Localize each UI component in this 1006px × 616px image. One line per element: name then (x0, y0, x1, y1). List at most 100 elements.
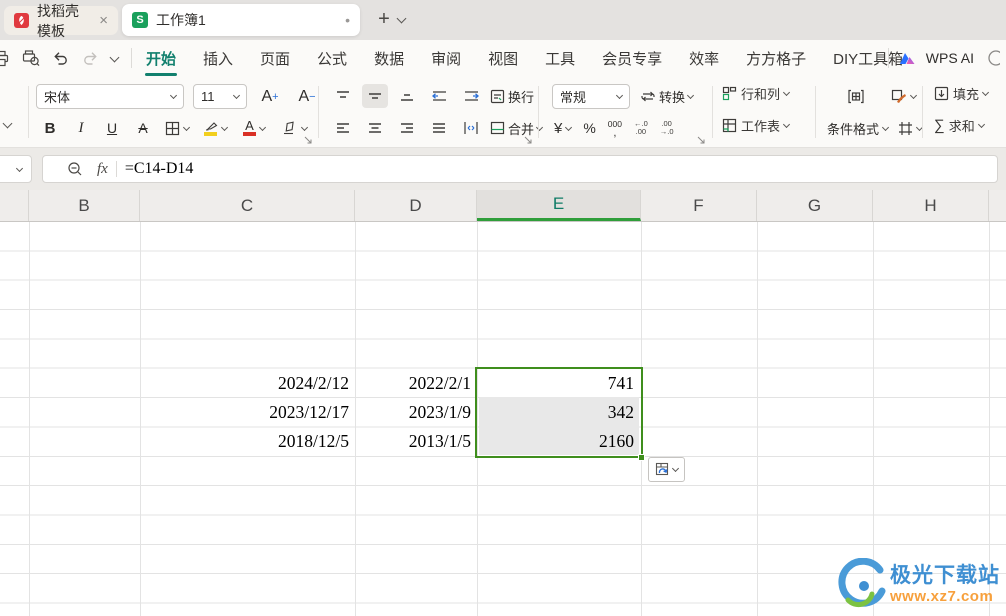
quick-access-chevron-icon[interactable] (109, 52, 120, 62)
merge-cells-label: 合并 (508, 121, 535, 137)
align-left-button[interactable] (330, 116, 356, 140)
font-color-button[interactable]: A (238, 116, 270, 140)
column-header-E-selected[interactable]: E (477, 190, 641, 221)
column-header-D[interactable]: D (355, 190, 477, 221)
italic-button[interactable]: I (69, 116, 93, 140)
shrink-font-button[interactable]: A − (293, 85, 321, 109)
formula-text[interactable]: =C14-D14 (125, 160, 194, 178)
increase-decimal-button[interactable]: .00 →.0 (660, 116, 674, 140)
increase-indent-button[interactable] (458, 84, 484, 108)
percent-button[interactable]: % (583, 116, 595, 140)
cell-C14[interactable]: 2024/2/12 (140, 369, 349, 398)
bold-button[interactable]: B (38, 116, 62, 140)
fill-options-button[interactable] (648, 457, 685, 482)
column-header-B[interactable]: B (29, 190, 140, 221)
menu-view[interactable]: 视图 (488, 48, 518, 69)
close-icon[interactable]: × (99, 13, 108, 28)
style-brush-button[interactable] (891, 84, 918, 108)
thousands-separator-button[interactable]: 000, (608, 116, 622, 140)
font-color-letter: A (245, 118, 254, 133)
align-center-button[interactable] (362, 116, 388, 140)
fill-handle[interactable] (638, 453, 645, 461)
number-format-select[interactable]: 常规 (552, 84, 630, 109)
separator (538, 86, 539, 138)
conditional-format-button[interactable]: 条件格式 (827, 116, 890, 140)
redo-icon[interactable] (82, 50, 98, 66)
menu-member[interactable]: 会员专享 (602, 48, 662, 69)
decrease-indent-button[interactable] (426, 84, 452, 108)
table-style-button[interactable] (898, 116, 924, 140)
grow-font-button[interactable]: A + (256, 85, 284, 109)
wrap-text-button[interactable]: 换行 (490, 84, 534, 108)
separator (318, 86, 319, 138)
menu-home[interactable]: 开始 (144, 48, 178, 76)
align-middle-button[interactable] (362, 84, 388, 108)
text-orientation-button[interactable] (458, 116, 484, 140)
new-tab-button[interactable]: + (372, 8, 396, 31)
column-header-F[interactable]: F (641, 190, 757, 221)
fx-icon[interactable]: fx (97, 161, 108, 178)
dialog-launcher-icon[interactable] (524, 136, 532, 144)
unsaved-dot-icon: • (345, 12, 350, 28)
menu-data[interactable]: 数据 (374, 48, 404, 69)
decrease-decimal-button[interactable]: ←.0 .00 (634, 116, 648, 140)
convert-button[interactable]: 转换 (640, 85, 695, 109)
column-header-partial[interactable] (989, 190, 1006, 221)
currency-button[interactable]: ¥ (554, 116, 573, 140)
gridline (989, 222, 990, 616)
menu-page[interactable]: 页面 (260, 48, 290, 69)
print-preview-icon[interactable] (22, 49, 40, 67)
gridline (757, 222, 758, 616)
menu-review[interactable]: 审阅 (431, 48, 461, 69)
cell-C16[interactable]: 2018/12/5 (140, 427, 349, 456)
dialog-launcher-icon[interactable] (304, 136, 312, 144)
merge-cells-button[interactable]: 合并 (490, 116, 544, 140)
formula-input[interactable]: fx =C14-D14 (42, 155, 998, 183)
column-header-C[interactable]: C (140, 190, 355, 221)
menu-efficiency[interactable]: 效率 (689, 48, 719, 69)
wps-ai-button[interactable]: WPS AI (926, 50, 974, 66)
tab-list-chevron-icon[interactable] (396, 13, 407, 24)
sheet-grid[interactable]: 2024/2/12 2022/2/1 741 2023/12/17 2023/1… (0, 222, 1006, 616)
chevron-down-icon (258, 123, 267, 131)
rows-cols-button[interactable]: 行和列 (722, 84, 791, 103)
menu-items: 开始 插入 页面 公式 数据 审阅 视图 工具 会员专享 效率 方方格子 DIY… (144, 40, 903, 76)
cell-C15[interactable]: 2023/12/17 (140, 398, 349, 427)
align-bottom-button[interactable] (394, 84, 420, 108)
watermark-site-name: 极光下载站 (890, 564, 1000, 588)
strikethrough-button[interactable]: A (131, 116, 155, 140)
fill-color-button[interactable] (199, 116, 231, 140)
cell-D15[interactable]: 2023/1/9 (355, 398, 471, 427)
font-size-select[interactable]: 11 (193, 84, 247, 109)
align-right-button[interactable] (394, 116, 420, 140)
tab-workbook1[interactable]: S 工作簿1 • (122, 4, 360, 36)
account-circle-icon[interactable] (984, 49, 1000, 67)
column-header-H[interactable]: H (873, 190, 989, 221)
borders-button[interactable] (162, 116, 192, 140)
justify-button[interactable] (426, 116, 452, 140)
chevron-down-icon (169, 91, 178, 100)
menu-bar: 开始 插入 页面 公式 数据 审阅 视图 工具 会员专享 效率 方方格子 DIY… (0, 40, 1006, 76)
align-top-button[interactable] (330, 84, 356, 108)
cell-D14[interactable]: 2022/2/1 (355, 369, 471, 398)
cell-format-button[interactable] (843, 84, 869, 108)
fill-button[interactable]: 填充 (934, 84, 990, 103)
tab-docer-templates[interactable]: 找稻壳模板 × (4, 3, 118, 39)
dialog-launcher-icon[interactable] (697, 136, 705, 144)
underline-button[interactable]: U (100, 116, 124, 140)
menu-formulas[interactable]: 公式 (317, 48, 347, 69)
column-header-partial[interactable] (0, 190, 29, 221)
zoom-out-icon[interactable] (67, 161, 83, 177)
paste-chevron-icon[interactable] (2, 118, 13, 129)
print-icon[interactable] (0, 50, 9, 67)
name-box[interactable] (0, 155, 32, 183)
cell-D16[interactable]: 2013/1/5 (355, 427, 471, 456)
menu-insert[interactable]: 插入 (203, 48, 233, 69)
menu-tools[interactable]: 工具 (545, 48, 575, 69)
menu-ffcell[interactable]: 方方格子 (746, 48, 806, 69)
worksheet-button[interactable]: 工作表 (722, 116, 791, 135)
sum-button[interactable]: ∑ 求和 (934, 116, 985, 135)
undo-icon[interactable] (53, 50, 69, 66)
font-name-select[interactable]: 宋体 (36, 84, 184, 109)
column-header-G[interactable]: G (757, 190, 873, 221)
